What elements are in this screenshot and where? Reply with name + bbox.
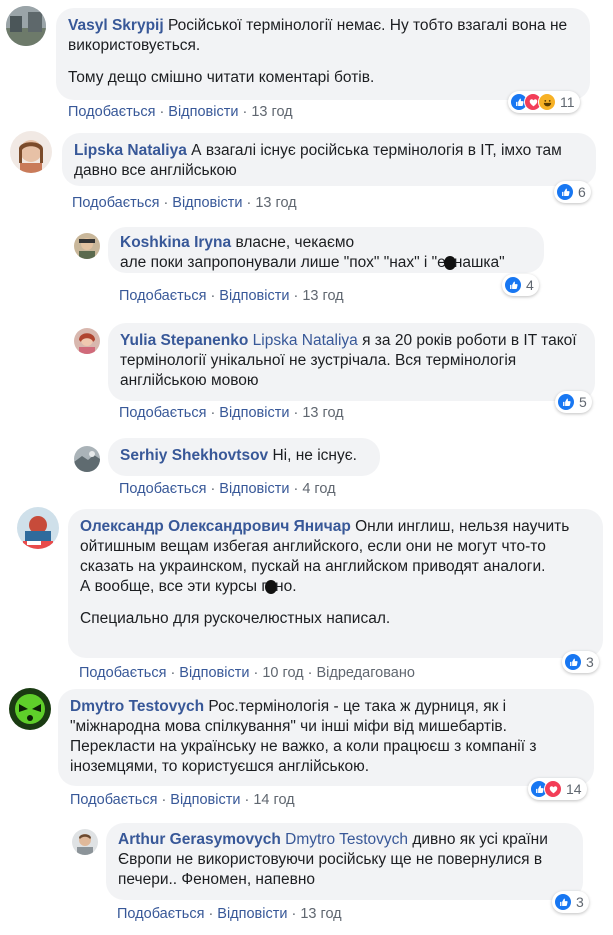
avatar[interactable] <box>6 6 46 46</box>
comment-actions: Подобається · Відповісти · 13 год <box>68 104 293 120</box>
comment-text: але поки запропонували лише "пох" "нах" … <box>120 254 446 271</box>
comment-author[interactable]: Vasyl Skrypij <box>68 17 164 34</box>
reaction-count: 3 <box>586 654 594 670</box>
timestamp[interactable]: 14 год <box>253 792 294 808</box>
timestamp[interactable]: 10 год <box>262 665 303 681</box>
like-icon <box>557 393 575 411</box>
mention-link[interactable]: Lipska Nataliya <box>253 332 358 349</box>
comment-author[interactable]: Lipska Nataliya <box>74 142 187 159</box>
timestamp[interactable]: 13 год <box>302 405 343 421</box>
reply-button[interactable]: Відповісти <box>219 288 289 304</box>
comment-bubble: Vasyl Skrypij Російської термінології не… <box>56 8 590 100</box>
reaction-count: 5 <box>579 394 587 410</box>
comment-bubble: Arthur Gerasymovych Dmytro Testovych див… <box>106 823 583 900</box>
comment-author[interactable]: Arthur Gerasymovych <box>118 831 281 848</box>
reaction-count: 4 <box>526 277 534 293</box>
haha-icon <box>538 93 556 111</box>
comment-bubble: Koshkina Iryna власне, чекаємо але поки … <box>108 227 544 273</box>
comment-actions: Подобається · Відповісти · 10 год · Відредагов… <box>79 665 415 681</box>
reaction-count: 14 <box>566 781 582 797</box>
like-button[interactable]: Подобається <box>72 195 159 211</box>
reply-button[interactable]: Відповісти <box>219 405 289 421</box>
love-icon <box>544 780 562 798</box>
avatar[interactable] <box>17 507 59 549</box>
avatar[interactable] <box>9 688 51 730</box>
reply-button[interactable]: Відповісти <box>217 906 287 922</box>
comment-text: А вообще, все эти курсы г <box>80 578 268 595</box>
reactions-summary[interactable]: 3 <box>562 651 599 673</box>
comment-author[interactable]: Yulia Stepanenko <box>120 332 248 349</box>
avatar[interactable] <box>72 829 98 855</box>
timestamp[interactable]: 4 год <box>302 481 335 497</box>
comment-actions: Подобається · Відповісти · 13 год <box>117 906 342 922</box>
comment-bubble: Yulia Stepanenko Lipska Nataliya я за 20… <box>108 323 595 401</box>
timestamp[interactable]: 13 год <box>300 906 341 922</box>
avatar[interactable] <box>74 328 100 354</box>
comment-bubble: Lipska Nataliya А взагалі існує російськ… <box>62 133 596 186</box>
comment-actions: Подобається · Відповісти · 13 год <box>119 288 344 304</box>
comment-bubble: Serhiy Shekhovtsov Ні, не існує. <box>108 438 380 476</box>
reply-button[interactable]: Відповісти <box>172 195 242 211</box>
comment-author[interactable]: Олександр Олександрович Яничар <box>80 518 351 535</box>
reactions-summary[interactable]: 4 <box>502 274 539 296</box>
reply-button[interactable]: Відповісти <box>168 104 238 120</box>
reactions-summary[interactable]: 11 <box>508 91 580 113</box>
comment-actions: Подобається · Відповісти · 13 год <box>119 405 344 421</box>
like-button[interactable]: Подобається <box>79 665 166 681</box>
like-button[interactable]: Подобається <box>68 104 155 120</box>
reactions-summary[interactable]: 14 <box>528 778 587 800</box>
like-icon <box>556 183 574 201</box>
like-button[interactable]: Подобається <box>119 405 206 421</box>
mention-link[interactable]: Dmytro Testovych <box>285 831 408 848</box>
comment-text: Ні, не існує. <box>272 447 357 464</box>
comment-text: власне, чекаємо <box>235 234 355 251</box>
comment-text: но. <box>275 578 297 595</box>
reactions-summary[interactable]: 3 <box>552 891 589 913</box>
comment-author[interactable]: Dmytro Testovych <box>70 698 204 715</box>
reply-button[interactable]: Відповісти <box>179 665 249 681</box>
comment-text: Тому дещо смішно читати коментарі ботів. <box>68 69 375 86</box>
timestamp[interactable]: 13 год <box>302 288 343 304</box>
avatar[interactable] <box>74 233 100 259</box>
edited-label[interactable]: Відредаговано <box>317 665 415 681</box>
comment-text: Специально для рускочелюстных написал. <box>80 610 391 627</box>
reaction-count: 3 <box>576 894 584 910</box>
comment-author[interactable]: Koshkina Iryna <box>120 234 231 251</box>
comment-bubble: Олександр Олександрович Яничар Онли ингл… <box>68 509 603 658</box>
comment-text: нашка" <box>453 254 505 271</box>
like-button[interactable]: Подобається <box>119 481 206 497</box>
reply-button[interactable]: Відповісти <box>219 481 289 497</box>
comment-actions: Подобається · Відповісти · 13 год <box>72 195 297 211</box>
reply-button[interactable]: Відповісти <box>170 792 240 808</box>
reaction-count: 6 <box>578 184 586 200</box>
comment-bubble: Dmytro Testovych Рос.термінологія - це т… <box>58 689 594 786</box>
reactions-summary[interactable]: 6 <box>554 181 591 203</box>
reaction-count: 11 <box>560 94 575 110</box>
avatar[interactable] <box>10 131 52 173</box>
like-button[interactable]: Подобається <box>119 288 206 304</box>
timestamp[interactable]: 13 год <box>255 195 296 211</box>
avatar[interactable] <box>74 446 100 472</box>
like-button[interactable]: Подобається <box>70 792 157 808</box>
comment-author[interactable]: Serhiy Shekhovtsov <box>120 447 268 464</box>
reactions-summary[interactable]: 5 <box>555 391 592 413</box>
comment-actions: Подобається · Відповісти · 4 год <box>119 481 336 497</box>
comment-actions: Подобається · Відповісти · 14 год <box>70 792 295 808</box>
like-icon <box>504 276 522 294</box>
like-button[interactable]: Подобається <box>117 906 204 922</box>
like-icon <box>554 893 572 911</box>
like-icon <box>564 653 582 671</box>
timestamp[interactable]: 13 год <box>251 104 292 120</box>
